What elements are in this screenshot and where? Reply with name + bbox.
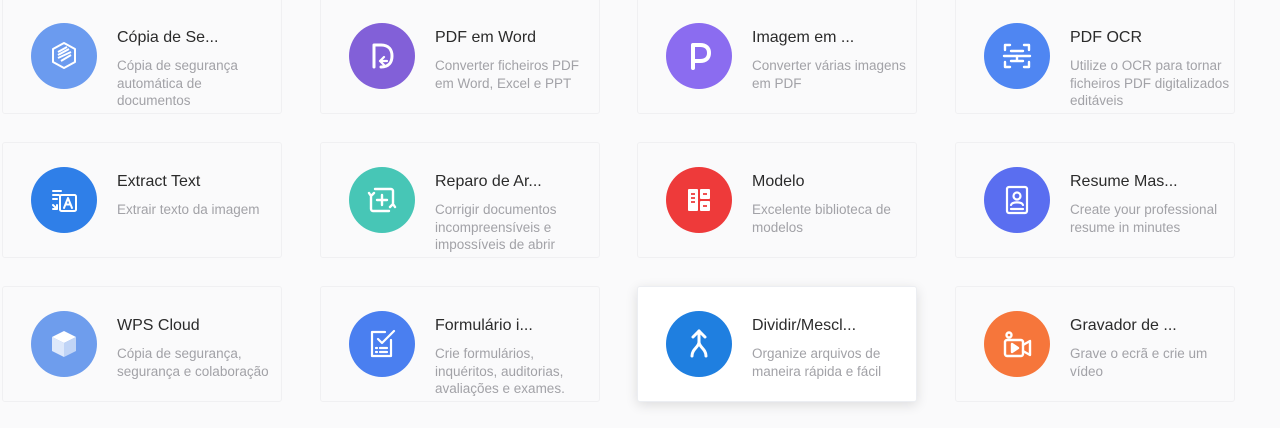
tool-title: Reparo de Ar... xyxy=(435,173,542,190)
tool-card-backup[interactable]: Cópia de Se... Cópia de segurança automá… xyxy=(2,0,282,114)
cloud-cube-icon xyxy=(31,311,97,377)
tool-title: Gravador de ... xyxy=(1070,317,1177,334)
tool-description: Cópia de segurança, segurança e colabora… xyxy=(117,346,269,379)
tool-card-template[interactable]: Modelo Excelente biblioteca de modelos xyxy=(637,142,917,258)
template-icon xyxy=(666,167,732,233)
tool-card-image-to-pdf[interactable]: Imagem em ... Converter várias imagens e… xyxy=(637,0,917,114)
tool-card-split-merge[interactable]: Dividir/Mescl... Organize arquivos de ma… xyxy=(637,286,917,402)
ocr-scan-icon xyxy=(984,23,1050,89)
tool-description: Crie formulários, inquéritos, auditorias… xyxy=(435,346,565,396)
extract-text-icon xyxy=(31,167,97,233)
tool-description: Grave o ecrã e crie um vídeo xyxy=(1070,346,1208,379)
tool-description: Create your professional resume in minut… xyxy=(1070,202,1218,235)
tool-description: Utilize o OCR para tornar ficheiros PDF … xyxy=(1070,58,1230,108)
tools-grid: Cópia de Se... Cópia de segurança automá… xyxy=(0,0,1280,428)
tool-title: Modelo xyxy=(752,173,805,190)
tool-title: Imagem em ... xyxy=(752,29,855,46)
tool-card-screen-recorder[interactable]: Gravador de ... Grave o ecrã e crie um v… xyxy=(955,286,1235,402)
tool-card-resume[interactable]: Resume Mas... Create your professional r… xyxy=(955,142,1235,258)
image-to-pdf-icon xyxy=(666,23,732,89)
tool-description: Converter várias imagens em PDF xyxy=(752,58,906,91)
tool-description: Cópia de segurança automática de documen… xyxy=(117,58,238,108)
tool-card-file-repair[interactable]: Reparo de Ar... Corrigir documentos inco… xyxy=(320,142,600,258)
tool-card-pdf-ocr[interactable]: PDF OCR Utilize o OCR para tornar fichei… xyxy=(955,0,1235,114)
tool-card-extract-text[interactable]: Extract Text Extrair texto da imagem xyxy=(2,142,282,258)
screen-recorder-icon xyxy=(984,311,1050,377)
tool-title: Resume Mas... xyxy=(1070,173,1178,190)
tool-title: Formulário i... xyxy=(435,317,533,334)
tool-title: Extract Text xyxy=(117,173,201,190)
pdf-to-word-icon xyxy=(349,23,415,89)
tool-description: Organize arquivos de maneira rápida e fá… xyxy=(752,346,882,379)
form-checklist-icon xyxy=(349,311,415,377)
tool-description: Corrigir documentos incompreensíveis e i… xyxy=(435,202,557,252)
tool-card-pdf-to-word[interactable]: PDF em Word Converter ficheiros PDF em W… xyxy=(320,0,600,114)
cube-backup-icon xyxy=(31,23,97,89)
tool-title: PDF em Word xyxy=(435,29,537,46)
tool-title: Dividir/Mescl... xyxy=(752,317,857,334)
tool-description: Excelente biblioteca de modelos xyxy=(752,202,891,235)
file-repair-icon xyxy=(349,167,415,233)
tool-title: WPS Cloud xyxy=(117,317,200,334)
tool-title: PDF OCR xyxy=(1070,29,1142,46)
tool-card-wps-cloud[interactable]: WPS Cloud Cópia de segurança, segurança … xyxy=(2,286,282,402)
resume-icon xyxy=(984,167,1050,233)
tool-description: Extrair texto da imagem xyxy=(117,202,260,217)
tool-description: Converter ficheiros PDF em Word, Excel e… xyxy=(435,58,580,91)
tool-card-form[interactable]: Formulário i... Crie formulários, inquér… xyxy=(320,286,600,402)
split-merge-icon xyxy=(666,311,732,377)
tool-title: Cópia de Se... xyxy=(117,29,219,46)
